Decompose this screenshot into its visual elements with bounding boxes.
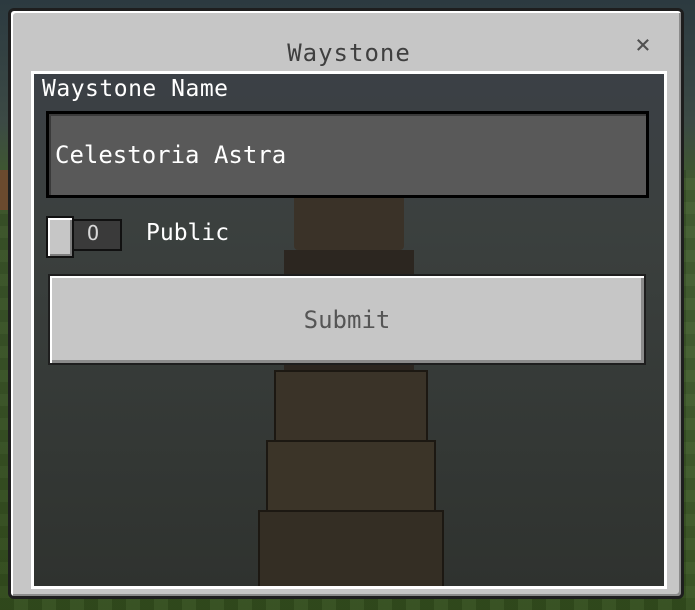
- close-icon[interactable]: ×: [631, 32, 655, 58]
- public-toggle[interactable]: O: [46, 216, 124, 258]
- pillar-top: [294, 190, 404, 250]
- waystone-name-label: Waystone Name: [42, 76, 229, 102]
- waystone-pillar-scene: [244, 190, 454, 586]
- waystone-name-input[interactable]: [46, 111, 649, 198]
- pillar-base: [258, 510, 444, 586]
- dialog-title: Waystone: [287, 39, 411, 67]
- toggle-off-indicator: O: [86, 221, 100, 245]
- pillar-step: [274, 370, 428, 444]
- public-toggle-label: Public: [146, 220, 230, 246]
- submit-button[interactable]: Submit: [48, 274, 646, 365]
- toggle-knob[interactable]: [46, 216, 74, 258]
- pillar-step: [266, 440, 436, 514]
